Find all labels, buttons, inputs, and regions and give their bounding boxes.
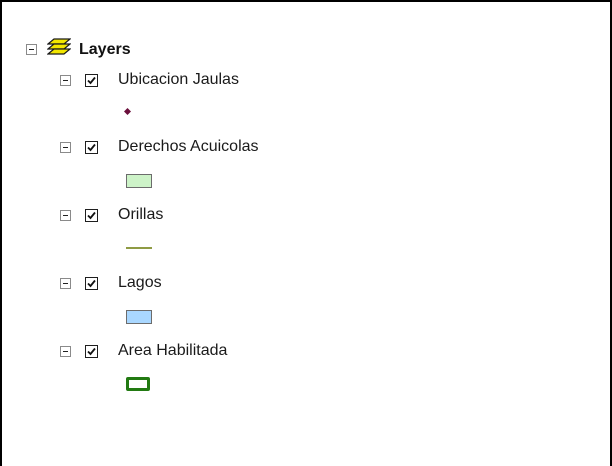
- polygon-fill-symbol-icon: [126, 310, 152, 324]
- layers-stack-icon: [46, 38, 72, 61]
- visibility-checkbox[interactable]: [85, 73, 98, 87]
- layer-label: Derechos Acuicolas: [118, 138, 259, 155]
- collapse-toggle-icon[interactable]: [60, 277, 71, 289]
- layer-row-ubicacion-jaulas[interactable]: Ubicacion Jaulas: [60, 71, 239, 89]
- collapse-toggle-icon[interactable]: [60, 345, 71, 357]
- layer-row-derechos-acuicolas[interactable]: Derechos Acuicolas: [60, 138, 259, 156]
- layer-label: Lagos: [118, 274, 162, 291]
- visibility-checkbox[interactable]: [85, 344, 98, 358]
- visibility-checkbox[interactable]: [85, 140, 98, 154]
- collapse-toggle-icon[interactable]: [60, 209, 71, 221]
- collapse-toggle-icon[interactable]: [60, 74, 71, 86]
- layer-label: Orillas: [118, 206, 164, 223]
- layer-label: Ubicacion Jaulas: [118, 71, 239, 88]
- layer-row-orillas[interactable]: Orillas: [60, 206, 163, 224]
- layer-row-lagos[interactable]: Lagos: [60, 274, 162, 292]
- layer-label: Area Habilitada: [118, 342, 228, 359]
- layer-row-area-habilitada[interactable]: Area Habilitada: [60, 342, 227, 360]
- visibility-checkbox[interactable]: [85, 276, 98, 290]
- visibility-checkbox[interactable]: [85, 208, 98, 222]
- layers-root-label: Layers: [79, 40, 131, 58]
- layers-root-node[interactable]: Layers: [26, 38, 131, 61]
- table-of-contents-panel: Layers Ubicacion Jaulas Derechos Acuicol…: [0, 0, 612, 466]
- collapse-toggle-icon[interactable]: [26, 44, 37, 55]
- point-symbol-icon: [124, 102, 131, 115]
- line-symbol-icon: [126, 247, 152, 249]
- collapse-toggle-icon[interactable]: [60, 141, 71, 153]
- polygon-fill-symbol-icon: [126, 174, 152, 188]
- polygon-outline-symbol-icon: [126, 377, 150, 391]
